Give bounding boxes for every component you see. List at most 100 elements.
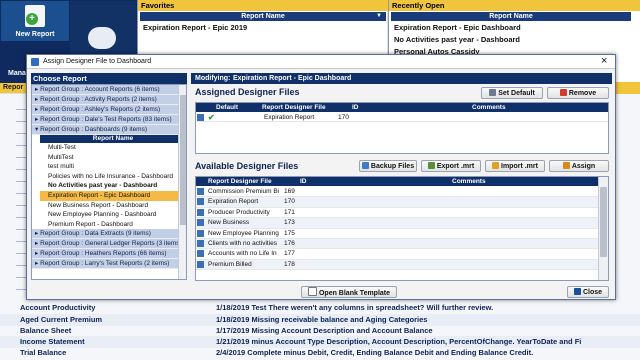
assign-designer-dialog: Assign Designer File to Dashboard × Choo… — [26, 54, 616, 300]
tree-group[interactable]: ▸ Report Group : Account Reports (6 item… — [32, 85, 186, 95]
available-scrollbar[interactable] — [598, 177, 608, 280]
col-id[interactable]: ID — [352, 103, 359, 112]
close-icon[interactable]: × — [601, 55, 607, 68]
open-blank-template-button[interactable]: Open Blank Template — [301, 286, 397, 298]
scroll-thumb[interactable] — [180, 95, 186, 225]
recent-row[interactable]: Expiration Report - Epic Dashboard — [391, 22, 521, 33]
favorites-row[interactable]: Expiration Report - Epic 2019 — [140, 22, 386, 33]
pin-icon — [489, 89, 497, 96]
tree-group[interactable]: ▸ Report Group : Ashley's Reports (2 ite… — [32, 105, 186, 115]
table-row[interactable]: Trial Balance 2/4/2019 Complete minus De… — [0, 347, 640, 359]
check-icon[interactable]: ✔ — [208, 113, 215, 122]
col-default[interactable]: Default — [216, 103, 238, 112]
group-label: Report Group : Larry's Test Reports (2 i… — [40, 260, 170, 268]
tree-group[interactable]: ▸ Report Group : Heathers Reports (66 it… — [32, 249, 186, 260]
import-mrt-button[interactable]: Import .mrt — [485, 160, 545, 172]
export-label: Export .mrt — [436, 163, 475, 170]
list-item[interactable]: New Business Report - Dashboard — [40, 201, 186, 211]
list-item[interactable]: New Employee Planning - Dashboard — [40, 210, 186, 220]
backup-files-button[interactable]: Backup Files — [359, 160, 417, 172]
cell-id: 169 — [284, 188, 295, 195]
available-rows: Commission Premium Bi 169 Expiration Repor… — [196, 187, 598, 271]
table-row[interactable]: Clients with no activities 176 — [196, 238, 598, 250]
table-row[interactable]: Producer Productivity 171 — [196, 208, 598, 219]
tree-group[interactable]: ▸ Report Group : Activity Reports (2 ite… — [32, 95, 186, 105]
cell-id: 175 — [284, 229, 295, 237]
tree-group-dashboards[interactable]: ▾ Report Group : Dashboards (9 items) — [32, 125, 186, 135]
exit-icon — [573, 288, 581, 295]
table-row[interactable]: Accounts with no Life In 177 — [196, 249, 598, 260]
list-item[interactable]: Premium Report - Dashboard — [40, 220, 186, 230]
cell-id: 177 — [284, 250, 295, 258]
cell-file: New Business — [208, 219, 250, 227]
table-row[interactable]: Premium Billed 178 — [196, 259, 598, 271]
cell-file: Clients with no activities — [208, 239, 277, 247]
cell-id: 170 — [338, 114, 349, 121]
list-item[interactable]: MultiTest — [40, 153, 186, 163]
col-comments[interactable]: Comments — [472, 103, 506, 112]
tree-group[interactable]: ▸ Report Group : Larry's Test Reports (2… — [32, 259, 186, 270]
scroll-thumb[interactable] — [600, 187, 607, 257]
tree-group[interactable]: ▸ Report Group : Data Extracts (9 items) — [32, 229, 186, 240]
app-icon — [31, 58, 39, 66]
list-item[interactable]: Policies with no Life Insurance - Dashbo… — [40, 172, 186, 182]
modifying-value: Expiration Report - Epic Dashboard — [233, 75, 352, 82]
row-marker-icon — [197, 250, 204, 258]
set-default-button[interactable]: Set Default — [481, 87, 543, 99]
recent-row[interactable]: No Activities past year - Dashboard — [391, 34, 520, 45]
assign-button[interactable]: Assign — [549, 160, 609, 172]
remove-icon — [559, 89, 567, 96]
reports-tab[interactable]: Repor — [0, 83, 26, 93]
table-row[interactable]: New Employee Planning 175 — [196, 229, 598, 239]
col-comments[interactable]: Comments — [452, 177, 486, 186]
assigned-title: Assigned Designer Files — [195, 87, 300, 97]
cell-file: Commission Premium Bi — [208, 188, 280, 195]
available-table: Report Designer File ID Comments Commiss… — [195, 176, 609, 281]
row-marker-icon — [197, 219, 204, 227]
report-name: Account Productivity — [20, 303, 96, 312]
export-mrt-button[interactable]: Export .mrt — [421, 160, 481, 172]
table-row[interactable]: ✔ Expiration Report 170 — [196, 113, 608, 123]
col-file[interactable]: Report Designer File — [262, 103, 326, 112]
remove-button[interactable]: Remove — [547, 87, 609, 99]
report-desc: 2/4/2019 Complete minus Debit, Credit, E… — [216, 348, 534, 357]
tree-group[interactable]: ▸ Report Group : General Ledger Reports … — [32, 239, 186, 250]
table-row[interactable]: Account Productivity 1/18/2019 Test Ther… — [0, 302, 640, 314]
table-row[interactable]: New Business 173 — [196, 218, 598, 229]
cell-id: 170 — [284, 198, 295, 206]
group-label: Report Group : Heathers Reports (66 item… — [40, 250, 167, 258]
group-label: Report Group : Dale's Test Reports (83 i… — [40, 116, 172, 123]
cell-file: Producer Productivity — [208, 208, 270, 216]
report-name: Trial Balance — [20, 348, 67, 357]
group-label: Report Group : General Ledger Reports (3… — [40, 240, 182, 248]
group-label: Report Group : Data Extracts (9 items) — [40, 230, 151, 238]
table-row[interactable]: Expiration Report 170 — [196, 197, 598, 208]
recently-open-col-header[interactable]: Report Name — [391, 12, 631, 21]
list-item[interactable]: test multi — [40, 162, 186, 172]
table-row[interactable]: Commission Premium Bi 169 — [196, 187, 598, 198]
piggy-bank-icon — [88, 27, 116, 49]
col-file[interactable]: Report Designer File — [208, 177, 272, 186]
cell-id: 173 — [284, 219, 295, 227]
group-label: Report Group : Dashboards (9 items) — [40, 126, 148, 133]
group-label: Report Group : Account Reports (6 items) — [40, 86, 160, 93]
assign-icon — [562, 162, 570, 169]
new-report-tile[interactable]: + New Report — [1, 1, 69, 41]
cell-file: New Employee Planning — [208, 229, 279, 237]
set-default-label: Set Default — [498, 90, 535, 97]
list-item[interactable]: Multi-Test — [40, 143, 186, 153]
row-markers — [16, 100, 26, 300]
import-icon — [492, 162, 500, 169]
favorites-col-header[interactable]: Report Name — [140, 12, 386, 21]
list-item-selected[interactable]: Expiration Report - Epic Dashboard — [40, 190, 186, 201]
open-blank-label: Open Blank Template — [318, 290, 391, 297]
filter-icon[interactable]: ▼ — [376, 13, 382, 19]
close-button[interactable]: Close — [567, 286, 609, 298]
col-id[interactable]: ID — [300, 177, 307, 186]
report-name-header: Report Name — [40, 135, 186, 143]
list-item[interactable]: No Activities past year - Dashboard — [40, 181, 186, 191]
tree-group[interactable]: ▸ Report Group : Dale's Test Reports (83… — [32, 115, 186, 125]
report-tree: ▸ Report Group : Account Reports (6 item… — [31, 84, 187, 280]
new-report-label: New Report — [15, 31, 55, 38]
tree-scrollbar[interactable] — [178, 85, 186, 279]
